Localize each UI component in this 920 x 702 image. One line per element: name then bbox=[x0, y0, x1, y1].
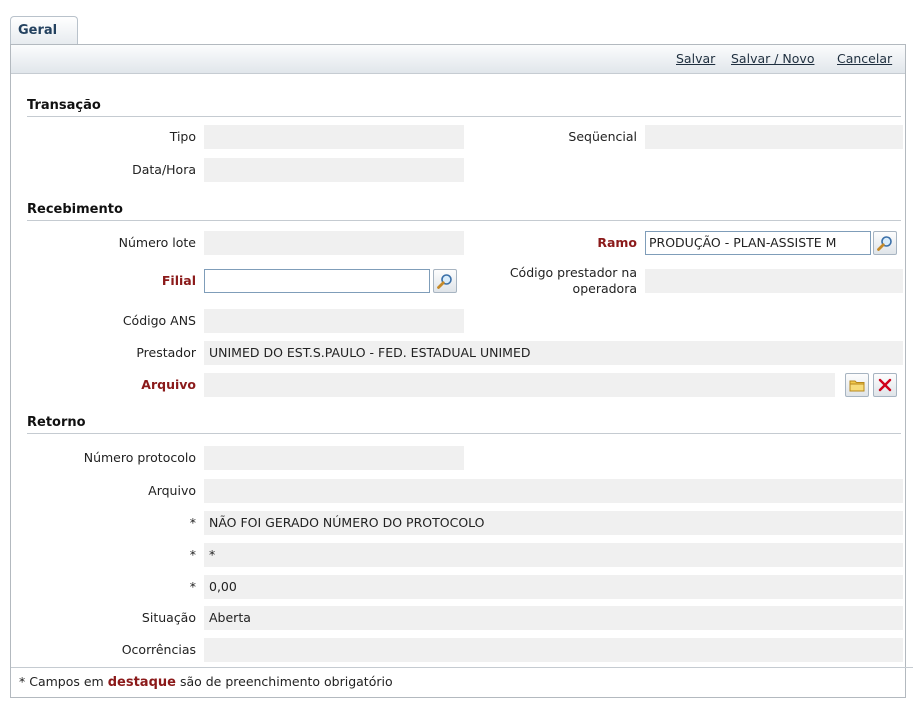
prestador-field: UNIMED DO EST.S.PAULO - FED. ESTADUAL UN… bbox=[204, 341, 903, 365]
sequencial-field bbox=[645, 125, 903, 149]
tipo-label: Tipo bbox=[169, 129, 196, 144]
sequencial-label: Seqüencial bbox=[568, 129, 637, 144]
cancel-link[interactable]: Cancelar bbox=[837, 51, 892, 66]
save-new-link[interactable]: Salvar / Novo bbox=[731, 51, 814, 66]
star1-label: * bbox=[189, 515, 196, 530]
arquivo-clear-button[interactable] bbox=[873, 373, 897, 397]
numero-protocolo-label: Número protocolo bbox=[83, 450, 196, 465]
ocorrencias-label: Ocorrências bbox=[121, 642, 196, 657]
tipo-field bbox=[204, 125, 464, 149]
toolbar: Salvar Salvar / Novo Cancelar bbox=[11, 45, 905, 74]
codigo-prestador-label: Código prestador na operadora bbox=[451, 265, 637, 297]
filial-input[interactable] bbox=[204, 269, 430, 293]
ramo-input[interactable]: PRODUÇÃO - PLAN-ASSISTE M bbox=[645, 231, 871, 255]
situacao-field: Aberta bbox=[204, 606, 903, 630]
numero-lote-field bbox=[204, 231, 464, 255]
filial-label: Filial bbox=[161, 273, 196, 288]
folder-icon bbox=[849, 380, 865, 392]
tab-strip: Geral bbox=[0, 0, 920, 44]
tab-geral[interactable]: Geral bbox=[10, 16, 78, 44]
situacao-label: Situação bbox=[141, 610, 196, 625]
star3-label: * bbox=[189, 579, 196, 594]
datahora-field bbox=[204, 158, 464, 182]
star2-label: * bbox=[189, 547, 196, 562]
footer-prefix: * Campos em bbox=[19, 674, 104, 689]
footer-suffix: são de preenchimento obrigatório bbox=[179, 674, 393, 689]
arquivo-browse-button[interactable] bbox=[845, 373, 869, 397]
datahora-label: Data/Hora bbox=[132, 162, 196, 177]
codigo-prestador-label-line2: operadora bbox=[572, 281, 637, 296]
ramo-label: Ramo bbox=[597, 235, 637, 250]
magnifier-icon bbox=[877, 236, 892, 251]
section-retorno: Retorno bbox=[27, 415, 901, 434]
arquivo-label: Arquivo bbox=[141, 377, 196, 392]
ramo-search-button[interactable] bbox=[873, 231, 897, 255]
codigo-ans-label: Código ANS bbox=[122, 313, 196, 328]
form-panel: Salvar Salvar / Novo Cancelar Transação … bbox=[10, 44, 913, 698]
save-link[interactable]: Salvar bbox=[676, 51, 715, 66]
section-transacao: Transação bbox=[27, 98, 901, 117]
arquivo-field bbox=[204, 373, 835, 397]
footer-highlight: destaque bbox=[107, 675, 176, 690]
protocolo-message-field: NÃO FOI GERADO NÚMERO DO PROTOCOLO bbox=[204, 511, 903, 535]
retorno-arquivo-field bbox=[204, 479, 903, 503]
prestador-label: Prestador bbox=[136, 345, 196, 360]
ocorrencias-field bbox=[204, 638, 903, 662]
numero-protocolo-field bbox=[204, 446, 464, 470]
star2-field: * bbox=[204, 543, 903, 567]
required-fields-note: * Campos em destaque são de preenchiment… bbox=[11, 667, 913, 690]
red-x-icon bbox=[878, 378, 892, 392]
codigo-prestador-field bbox=[645, 269, 903, 293]
section-recebimento: Recebimento bbox=[27, 202, 901, 221]
retorno-arquivo-label: Arquivo bbox=[148, 483, 196, 498]
codigo-ans-field bbox=[204, 309, 464, 333]
valor-field: 0,00 bbox=[204, 575, 903, 599]
numero-lote-label: Número lote bbox=[118, 235, 196, 250]
codigo-prestador-label-line1: Código prestador na bbox=[509, 265, 637, 280]
